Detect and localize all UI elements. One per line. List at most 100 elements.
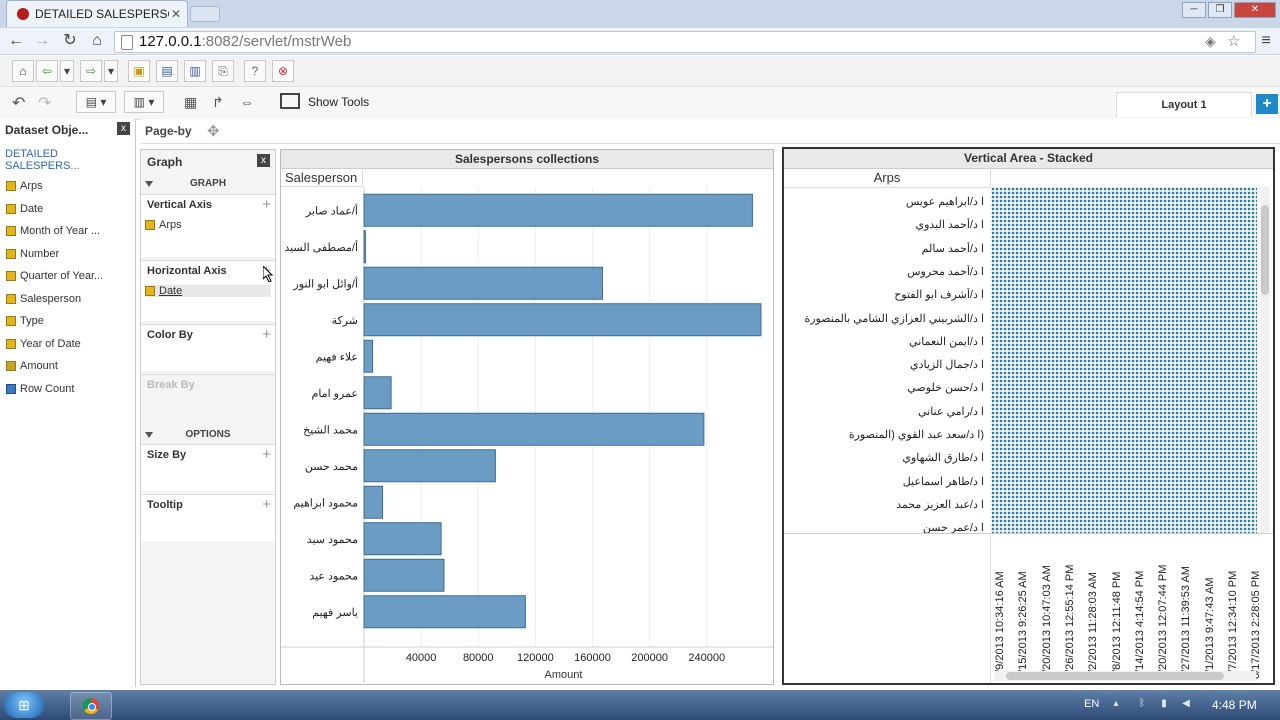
close-tab-icon[interactable]: ✕ [169, 7, 183, 21]
bar[interactable] [363, 266, 603, 300]
page-by-add-icon[interactable]: ✥ [207, 122, 220, 140]
swap-axes-icon[interactable]: ↱ [212, 94, 224, 111]
vertical-axis-item[interactable]: Arps [145, 219, 182, 231]
bar[interactable] [363, 595, 526, 629]
back-dropdown-icon[interactable]: ▾ [60, 60, 74, 82]
arps-row-label[interactable]: ا د/طاهر اسماعيل [788, 475, 984, 488]
forward-dropdown-icon[interactable]: ▾ [104, 60, 118, 82]
arps-row-label[interactable]: ا د/عبد العزيز محمد [788, 498, 984, 511]
arps-row-label[interactable]: (ا د/سعد عبد القوي (المنصورة [788, 428, 984, 441]
section-options[interactable]: OPTIONS [141, 429, 275, 445]
bar[interactable] [363, 522, 442, 556]
arps-row-label[interactable]: ا د/رامي عناني [788, 405, 984, 418]
arps-row-label[interactable]: ا د/جمال الزيادي [788, 358, 984, 371]
dataset-item[interactable]: Salesperson [6, 290, 81, 308]
extension-icon[interactable]: ◈ [1205, 33, 1216, 50]
tab-layout-1[interactable]: Layout 1 [1116, 92, 1252, 117]
minimize-window-button[interactable]: ─ [1182, 2, 1206, 18]
menu-icon[interactable]: ≡ [1256, 31, 1276, 51]
language-indicator[interactable]: EN [1084, 698, 1099, 710]
export-icon[interactable]: ⎘ [212, 60, 234, 82]
remove-icon[interactable]: ▦ [184, 94, 197, 111]
close-panel-icon[interactable]: x [257, 154, 270, 167]
arps-row-label[interactable]: ا د/أحمد سالم [788, 242, 984, 255]
taskbar-chrome-button[interactable] [70, 692, 112, 720]
arps-row-label[interactable]: ا د/الشربيني العزازي الشامي بالمنصورة [788, 312, 984, 325]
arps-row-label[interactable]: ا د/طارق الشهاوي [788, 451, 984, 464]
collapse-triangle-icon[interactable] [145, 432, 153, 438]
open-folder-icon[interactable]: ▣ [128, 60, 150, 82]
dataset-item[interactable]: Type [6, 312, 44, 330]
dataset-item[interactable]: Number [6, 245, 59, 263]
insert-visualization-icon[interactable]: ▤ ▾ [76, 91, 116, 113]
bar[interactable] [363, 558, 445, 592]
drop-zone-size-by[interactable]: Size By + [141, 444, 275, 491]
home-icon[interactable]: ⌂ [87, 31, 107, 51]
drop-zone-color-by[interactable]: Color By + [141, 324, 275, 371]
new-tab-button[interactable] [190, 6, 220, 22]
arps-row-label[interactable]: ا د/أحمد محروس [788, 265, 984, 278]
save-icon[interactable]: ▤ [156, 60, 178, 82]
horizontal-axis-item[interactable]: Date [145, 285, 271, 297]
scroll-thumb[interactable] [1006, 672, 1224, 680]
bookmark-star-icon[interactable]: ☆ [1227, 32, 1240, 50]
browser-tab[interactable]: DETAILED SALESPERSONS ✕ [6, 0, 188, 27]
add-plus-icon[interactable]: + [262, 446, 271, 463]
tray-arrow-icon[interactable]: ▴ [1110, 698, 1122, 710]
dataset-item[interactable]: Year of Date [6, 335, 81, 353]
show-tools-button[interactable]: Show Tools [308, 95, 369, 109]
bar[interactable] [363, 449, 496, 483]
forward-arrow-icon[interactable]: → [32, 31, 52, 51]
section-graph[interactable]: GRAPH [141, 178, 275, 194]
horizontal-scrollbar[interactable] [994, 671, 1256, 681]
close-window-button[interactable]: ✕ [1234, 2, 1276, 18]
home-icon[interactable]: ⌂ [12, 60, 34, 82]
drop-zone-horizontal-axis[interactable]: Horizontal Axis + Date [141, 260, 275, 321]
address-bar[interactable]: 127.0.0.1:8082/servlet/mstrWeb ◈ ☆ [114, 31, 1256, 53]
dataset-item[interactable]: Date [6, 200, 43, 218]
dataset-item[interactable]: Arps [6, 177, 43, 195]
dataset-name[interactable]: DETAILED SALESPERS... [5, 148, 135, 172]
windows-start-icon[interactable]: ⊞ [4, 692, 44, 718]
row-header-salesperson[interactable]: Salesperson [281, 168, 363, 187]
scroll-thumb[interactable] [1261, 205, 1269, 295]
vertical-scrollbar[interactable] [1260, 187, 1270, 533]
bar[interactable] [363, 485, 384, 519]
bar[interactable] [363, 412, 705, 446]
dataset-item[interactable]: Quarter of Year... [6, 267, 103, 285]
bar[interactable] [363, 376, 392, 410]
tray-volume-icon[interactable]: ◀ [1180, 698, 1192, 710]
arps-row-label[interactable]: ا د/أشرف ابو الفتوح [788, 288, 984, 301]
undo-icon[interactable]: ↶ [12, 93, 25, 113]
bar[interactable] [363, 339, 374, 373]
help-icon[interactable]: ? [244, 60, 266, 82]
drop-zone-tooltip[interactable]: Tooltip + [141, 494, 275, 541]
change-visualization-icon[interactable]: ▥ ▾ [124, 91, 164, 113]
row-header-arps[interactable]: Arps [784, 168, 991, 188]
dataset-item[interactable]: Row Count [6, 380, 74, 398]
bar[interactable] [363, 303, 762, 337]
collapse-triangle-icon[interactable] [145, 181, 153, 187]
add-plus-icon[interactable]: + [262, 326, 271, 343]
reload-icon[interactable]: ↻ [60, 31, 80, 51]
arps-row-label[interactable]: ا د/حسن خلوصي [788, 381, 984, 394]
close-panel-icon[interactable]: x [117, 122, 130, 135]
tray-bluetooth-icon[interactable]: ᛒ [1136, 698, 1148, 710]
back-icon[interactable]: ⇦ [36, 60, 58, 82]
arps-row-label[interactable]: ا د/ايمن النعماني [788, 335, 984, 348]
salespersons-bar-chart[interactable]: Salespersons collections Salesperson أ/ع… [280, 149, 774, 685]
bar[interactable] [363, 193, 753, 227]
arps-row-label[interactable]: ا د/أحمد البدوي [788, 218, 984, 231]
forward-icon[interactable]: ⇨ [80, 60, 102, 82]
arps-row-label[interactable]: ا د/ابراهيم عويس [788, 195, 984, 208]
add-plus-icon[interactable]: + [262, 496, 271, 513]
dataset-item[interactable]: Amount [6, 357, 58, 375]
tray-network-icon[interactable]: ▮ [1158, 698, 1170, 710]
add-layout-button[interactable]: + [1256, 94, 1278, 114]
redo-icon[interactable]: ↷ [38, 93, 51, 113]
area-plot[interactable] [991, 187, 1257, 533]
vertical-area-stacked-chart[interactable]: Vertical Area - Stacked Arps ا د/ابراهيم… [782, 147, 1275, 685]
dataset-item[interactable]: Month of Year ... [6, 222, 100, 240]
back-arrow-icon[interactable]: ← [6, 31, 26, 51]
close-document-icon[interactable]: ⊗ [272, 60, 294, 82]
